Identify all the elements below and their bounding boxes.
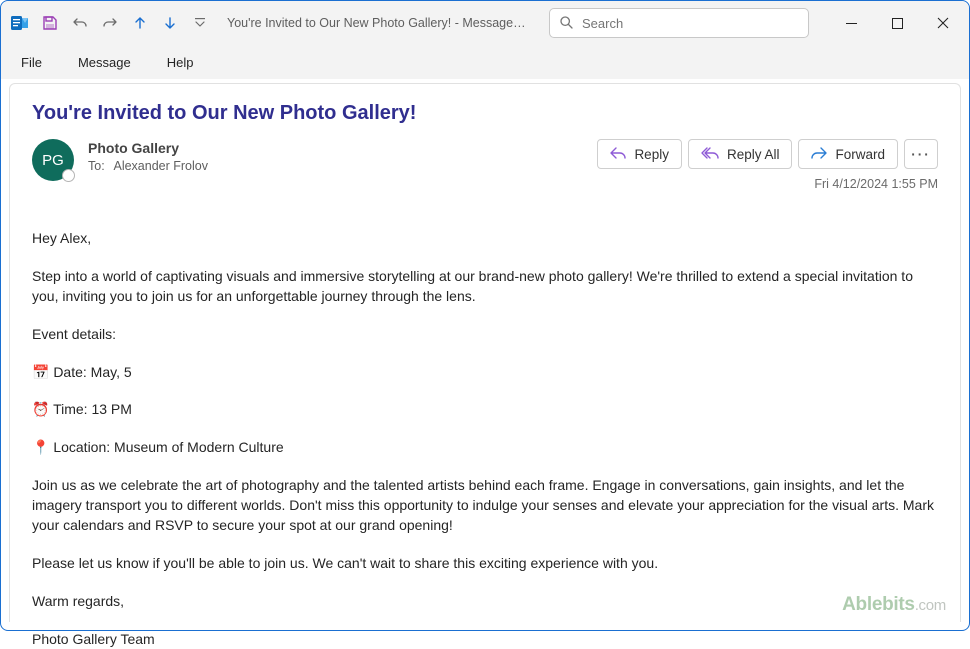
menu-bar: File Message Help bbox=[1, 45, 969, 79]
reply-icon bbox=[610, 146, 626, 163]
close-button[interactable] bbox=[921, 7, 965, 39]
more-actions-button[interactable]: ··· bbox=[904, 139, 938, 169]
forward-icon bbox=[811, 146, 827, 163]
body-para3: Please let us know if you'll be able to … bbox=[32, 554, 938, 574]
body-intro: Step into a world of captivating visuals… bbox=[32, 267, 938, 307]
message-subject: You're Invited to Our New Photo Gallery! bbox=[32, 102, 938, 125]
menu-message[interactable]: Message bbox=[70, 51, 139, 74]
body-closing1: Warm regards, bbox=[32, 592, 938, 612]
reply-label: Reply bbox=[634, 147, 669, 162]
redo-button[interactable] bbox=[97, 10, 123, 36]
message-header: PG Photo Gallery To: Alexander Frolov Re… bbox=[32, 139, 938, 191]
body-location-line: 📍 Location: Museum of Modern Culture bbox=[32, 438, 938, 458]
previous-item-button[interactable] bbox=[127, 10, 153, 36]
menu-help[interactable]: Help bbox=[159, 51, 202, 74]
reply-all-label: Reply All bbox=[727, 147, 780, 162]
search-icon bbox=[559, 15, 574, 33]
sender-name: Photo Gallery bbox=[88, 139, 597, 157]
sender-avatar[interactable]: PG bbox=[32, 139, 74, 181]
app-icon bbox=[7, 10, 33, 36]
reply-button[interactable]: Reply bbox=[597, 139, 682, 169]
sender-info: Photo Gallery To: Alexander Frolov bbox=[88, 139, 597, 173]
message-actions: Reply Reply All bbox=[597, 139, 938, 191]
recipients-line: To: Alexander Frolov bbox=[88, 159, 597, 173]
watermark-brand: Ablebits bbox=[842, 594, 915, 615]
message-content: You're Invited to Our New Photo Gallery!… bbox=[9, 83, 961, 622]
body-greeting: Hey Alex, bbox=[32, 229, 938, 249]
window-controls bbox=[829, 7, 965, 39]
message-body: Hey Alex, Step into a world of captivati… bbox=[32, 229, 938, 649]
to-label: To: bbox=[88, 159, 105, 173]
title-bar: You're Invited to Our New Photo Gallery!… bbox=[1, 1, 969, 45]
watermark-domain: .com bbox=[915, 597, 946, 614]
search-box[interactable] bbox=[549, 8, 809, 38]
body-para2: Join us as we celebrate the art of photo… bbox=[32, 476, 938, 536]
search-input[interactable] bbox=[549, 8, 809, 38]
body-time-line: ⏰ Time: 13 PM bbox=[32, 400, 938, 420]
reply-all-button[interactable]: Reply All bbox=[688, 139, 793, 169]
minimize-button[interactable] bbox=[829, 7, 873, 39]
message-timestamp: Fri 4/12/2024 1:55 PM bbox=[814, 177, 938, 191]
undo-button[interactable] bbox=[67, 10, 93, 36]
window-title: You're Invited to Our New Photo Gallery!… bbox=[227, 16, 527, 30]
forward-button[interactable]: Forward bbox=[798, 139, 898, 169]
save-button[interactable] bbox=[37, 10, 63, 36]
customize-qat-button[interactable] bbox=[187, 10, 213, 36]
next-item-button[interactable] bbox=[157, 10, 183, 36]
body-closing2: Photo Gallery Team bbox=[32, 630, 938, 649]
reply-all-icon bbox=[701, 146, 719, 163]
maximize-button[interactable] bbox=[875, 7, 919, 39]
watermark: Ablebits.com bbox=[842, 594, 946, 616]
body-event-details-label: Event details: bbox=[32, 325, 938, 345]
menu-file[interactable]: File bbox=[13, 51, 50, 74]
quick-access-toolbar bbox=[7, 10, 213, 36]
body-date-line: 📅 Date: May, 5 bbox=[32, 363, 938, 383]
to-value: Alexander Frolov bbox=[113, 159, 208, 173]
forward-label: Forward bbox=[835, 147, 885, 162]
